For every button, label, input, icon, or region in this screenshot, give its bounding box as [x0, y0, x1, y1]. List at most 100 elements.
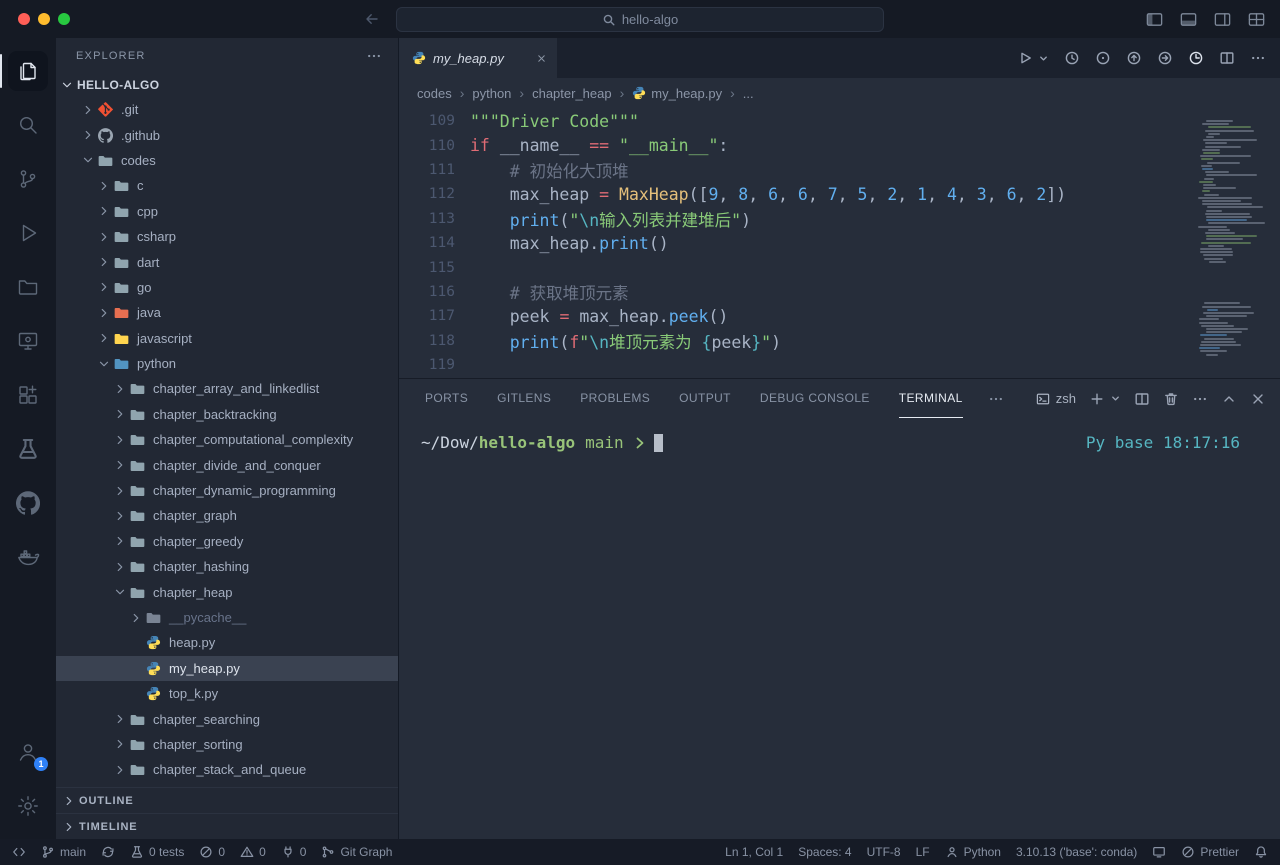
more-icon[interactable]	[1192, 391, 1208, 407]
command-center-search[interactable]: hello-algo	[396, 7, 884, 32]
status-3-10-13-base-conda[interactable]: 3.10.13 ('base': conda)	[1016, 845, 1137, 859]
panel-tab-ports[interactable]: PORTS	[425, 379, 468, 418]
project-root-row[interactable]: HELLO-ALGO	[56, 73, 398, 97]
activity-run-debug[interactable]	[0, 206, 56, 260]
status-utf-8[interactable]: UTF-8	[867, 845, 901, 859]
chevron-up-icon[interactable]	[1221, 391, 1237, 407]
terminal-profile[interactable]: zsh	[1036, 391, 1076, 406]
tree-item-.git[interactable]: .git	[56, 97, 398, 122]
history-icon[interactable]	[1064, 50, 1080, 66]
graph-clock-icon[interactable]	[1188, 50, 1204, 66]
activity-source-control[interactable]	[0, 152, 56, 206]
breadcrumb-item-codes[interactable]: codes	[417, 86, 452, 101]
tree-item-chapter_graph[interactable]: chapter_graph	[56, 503, 398, 528]
status-git-graph[interactable]: Git Graph	[321, 845, 392, 859]
split-icon[interactable]	[1134, 391, 1150, 407]
tree-item-java[interactable]: java	[56, 300, 398, 325]
panel-tab-problems[interactable]: PROBLEMS	[580, 379, 650, 418]
close-icon[interactable]	[1250, 391, 1266, 407]
panel-tab-terminal[interactable]: TERMINAL	[899, 379, 963, 418]
tree-item-codes[interactable]: codes	[56, 148, 398, 173]
tree-item-.github[interactable]: .github	[56, 122, 398, 147]
tree-item-chapter_backtracking[interactable]: chapter_backtracking	[56, 402, 398, 427]
tree-item-chapter_heap[interactable]: chapter_heap	[56, 579, 398, 604]
status-0[interactable]: 0	[240, 845, 266, 859]
layout-sidebar-right-icon[interactable]	[1213, 10, 1232, 29]
activity-settings[interactable]	[0, 779, 56, 833]
layout-sidebar-left-icon[interactable]	[1145, 10, 1164, 29]
circle-up-icon[interactable]	[1126, 50, 1142, 66]
status-python[interactable]: Python	[945, 845, 1001, 859]
tree-item-dart[interactable]: dart	[56, 249, 398, 274]
breadcrumb-item-python[interactable]: python	[472, 86, 511, 101]
status-0[interactable]: 0	[281, 845, 307, 859]
status-remote-icon[interactable]	[12, 845, 26, 859]
tree-item-chapter_sorting[interactable]: chapter_sorting	[56, 732, 398, 757]
layout-grid-icon[interactable]	[1247, 10, 1266, 29]
status-ln-1-col-1[interactable]: Ln 1, Col 1	[725, 845, 783, 859]
close-window-button[interactable]	[18, 13, 30, 25]
tree-item-chapter_dynamic_programming[interactable]: chapter_dynamic_programming	[56, 478, 398, 503]
tree-item-chapter_array_and_linkedlist[interactable]: chapter_array_and_linkedlist	[56, 376, 398, 401]
plus-icon[interactable]	[1089, 391, 1105, 407]
activity-docker[interactable]	[0, 530, 56, 584]
tree-item-javascript[interactable]: javascript	[56, 326, 398, 351]
status-sync-icon[interactable]	[101, 845, 115, 859]
activity-extensions[interactable]	[0, 368, 56, 422]
tree-item-chapter_computational_complexity[interactable]: chapter_computational_complexity	[56, 427, 398, 452]
activity-search[interactable]	[0, 98, 56, 152]
panel-tab-debug-console[interactable]: DEBUG CONSOLE	[760, 379, 870, 418]
trash-icon[interactable]	[1163, 391, 1179, 407]
breadcrumb-item-...[interactable]: ...	[743, 86, 754, 101]
terminal[interactable]: ~/Dow/hello-algo main Py base 18:17:16	[399, 418, 1280, 839]
activity-github[interactable]	[0, 476, 56, 530]
explorer-more-icon[interactable]	[366, 48, 382, 64]
activity-explorer[interactable]	[0, 44, 56, 98]
tree-item-go[interactable]: go	[56, 275, 398, 300]
tree-item-chapter_greedy[interactable]: chapter_greedy	[56, 529, 398, 554]
activity-remote-explorer[interactable]	[0, 314, 56, 368]
status-0-tests[interactable]: 0 tests	[130, 845, 184, 859]
status-screen-icon[interactable]	[1152, 845, 1166, 859]
timeline-section[interactable]: TIMELINE	[56, 813, 398, 839]
panel-tab-output[interactable]: OUTPUT	[679, 379, 731, 418]
tree-item-python[interactable]: python	[56, 351, 398, 376]
split-icon[interactable]	[1219, 50, 1235, 66]
circle-right-icon[interactable]	[1157, 50, 1173, 66]
tree-item-chapter_divide_and_conquer[interactable]: chapter_divide_and_conquer	[56, 452, 398, 477]
status-lf[interactable]: LF	[916, 845, 930, 859]
tree-item-chapter_stack_and_queue[interactable]: chapter_stack_and_queue	[56, 757, 398, 782]
layout-panel-icon[interactable]	[1179, 10, 1198, 29]
status-main[interactable]: main	[41, 845, 86, 859]
tree-item-cpp[interactable]: cpp	[56, 199, 398, 224]
caret-down-icon[interactable]	[1038, 53, 1049, 64]
tree-item-top_k.py[interactable]: top_k.py	[56, 681, 398, 706]
tree-item-__pycache__[interactable]: __pycache__	[56, 605, 398, 630]
code-editor[interactable]: 109"""Driver Code"""110if __name__ == "_…	[399, 108, 1280, 378]
minimize-window-button[interactable]	[38, 13, 50, 25]
tree-item-chapter_hashing[interactable]: chapter_hashing	[56, 554, 398, 579]
back-icon[interactable]	[364, 11, 380, 27]
tree-item-heap.py[interactable]: heap.py	[56, 630, 398, 655]
status-bell-icon[interactable]	[1254, 845, 1268, 859]
tree-item-c[interactable]: c	[56, 173, 398, 198]
circle-dot-icon[interactable]	[1095, 50, 1111, 66]
more-icon[interactable]	[1250, 50, 1266, 66]
status-0[interactable]: 0	[199, 845, 225, 859]
minimap[interactable]	[1198, 120, 1272, 366]
caret-down-icon[interactable]	[1110, 393, 1121, 404]
panel-tab-gitlens[interactable]: GITLENS	[497, 379, 551, 418]
status-prettier[interactable]: Prettier	[1181, 845, 1239, 859]
tree-item-chapter_searching[interactable]: chapter_searching	[56, 706, 398, 731]
activity-testing[interactable]	[0, 422, 56, 476]
breadcrumb-item-chapter_heap[interactable]: chapter_heap	[532, 86, 612, 101]
tab-my-heap[interactable]: my_heap.py	[399, 38, 557, 78]
activity-project-manager[interactable]	[0, 260, 56, 314]
activity-accounts[interactable]: 1	[0, 725, 56, 779]
breadcrumb-item-my_heap.py[interactable]: my_heap.py	[632, 86, 722, 101]
tree-item-my_heap.py[interactable]: my_heap.py	[56, 656, 398, 681]
zoom-window-button[interactable]	[58, 13, 70, 25]
play-icon[interactable]	[1017, 50, 1033, 66]
panel-tabs-more-icon[interactable]	[988, 379, 1004, 418]
outline-section[interactable]: OUTLINE	[56, 787, 398, 813]
